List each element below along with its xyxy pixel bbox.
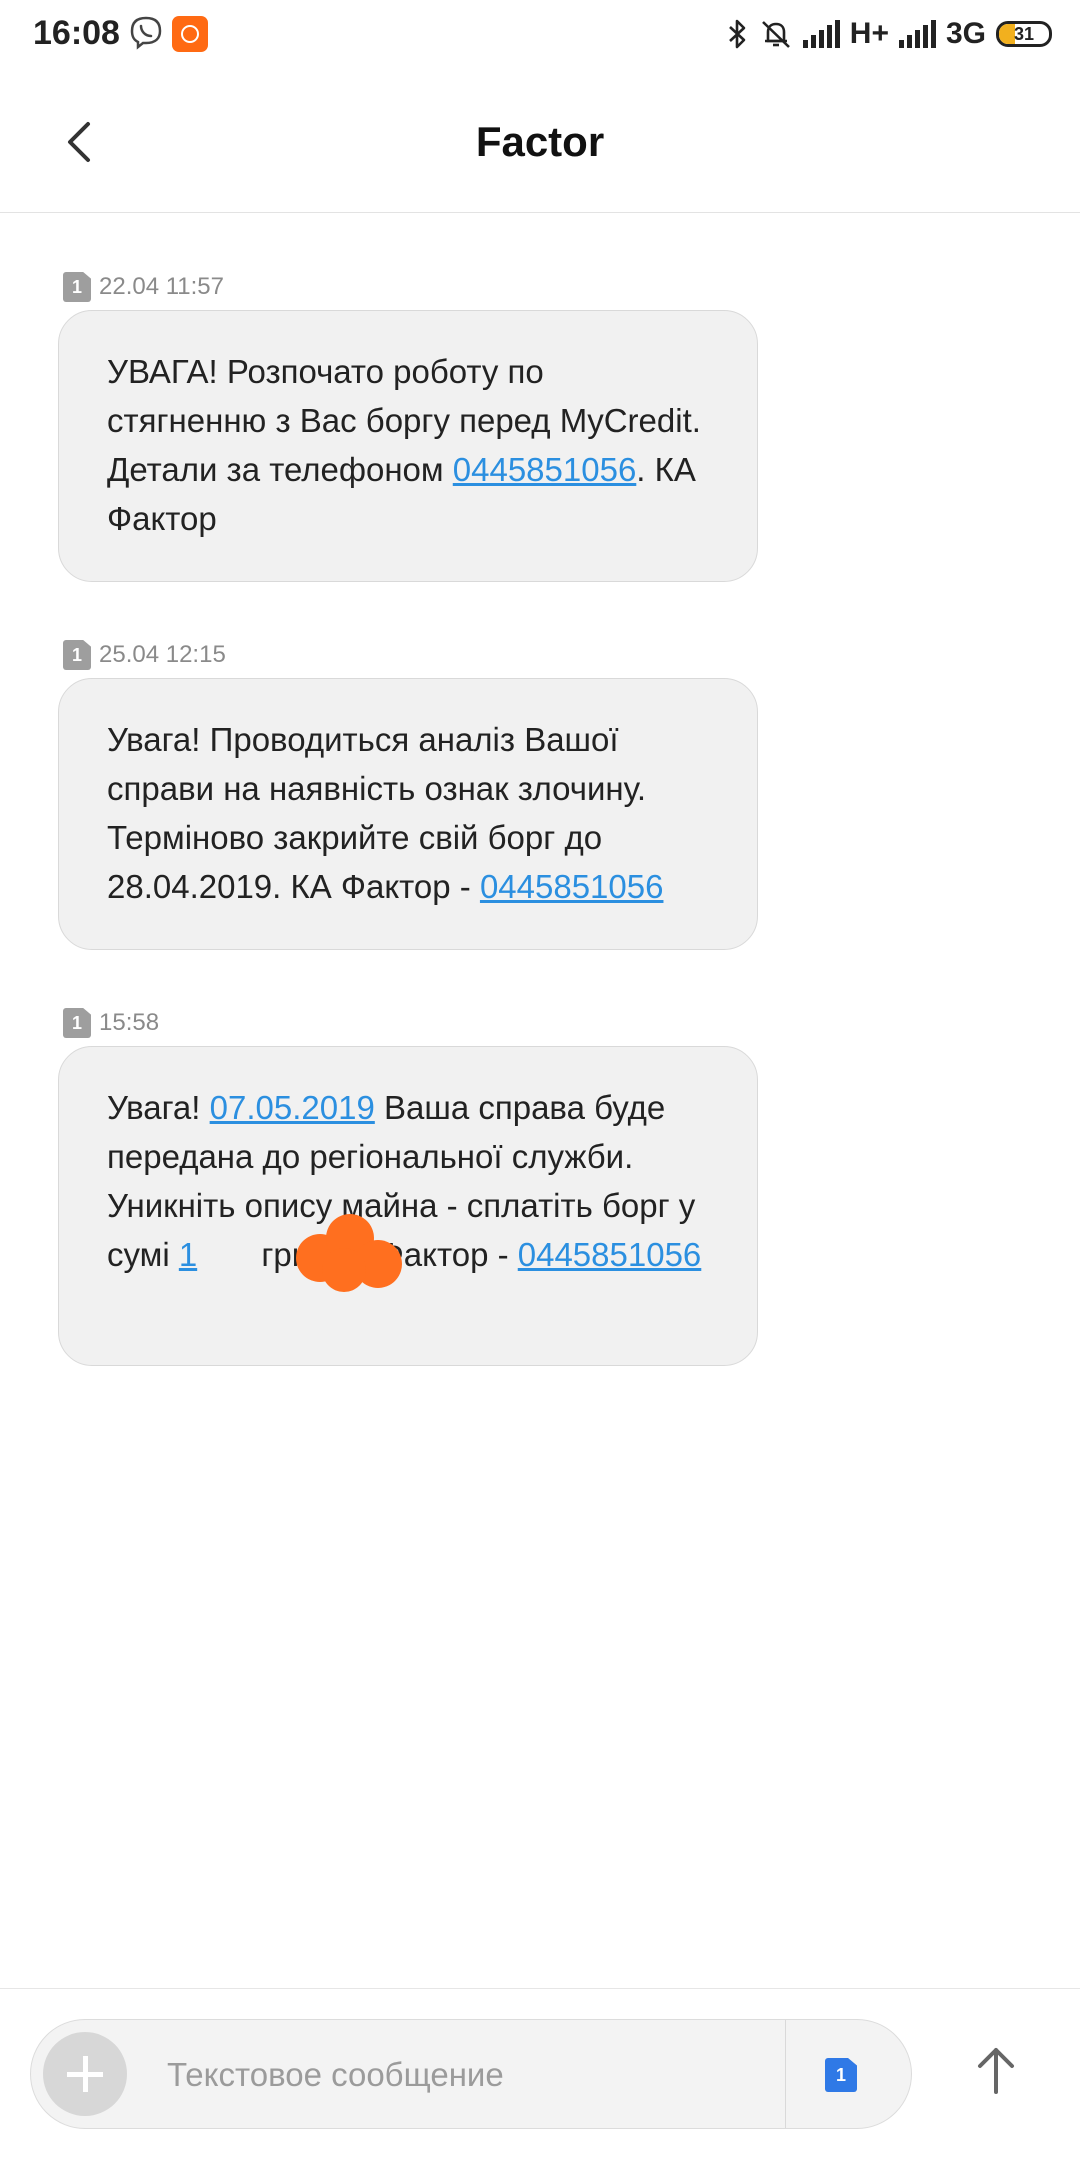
conversation-header: Factor — [0, 70, 1080, 213]
status-time: 16:08 — [33, 14, 120, 52]
message-bubble[interactable]: УВАГА! Розпочато роботу по стягненню з В… — [58, 310, 758, 582]
silent-icon — [761, 21, 790, 48]
message-meta: 1 22.04 11:57 — [63, 272, 224, 302]
message-text: Увага! — [107, 1089, 210, 1126]
phone-link[interactable]: 0445851056 — [518, 1236, 702, 1273]
sim-select-button[interactable]: 1 — [825, 2058, 857, 2092]
conversation-title: Factor — [475, 118, 605, 165]
battery-level: 31 — [1013, 24, 1035, 44]
network-type-primary: H+ — [849, 17, 889, 50]
message-timestamp: 22.04 11:57 — [99, 273, 225, 300]
message-input[interactable]: Текстовое сообщение — [167, 2056, 504, 2094]
phone-link[interactable]: 0445851056 — [480, 868, 664, 905]
bluetooth-icon — [728, 19, 746, 49]
sim-icon: 1 — [63, 640, 91, 670]
status-bar: 16:08 H+ 3G 31 — [0, 0, 1080, 68]
redaction-mark — [296, 1214, 402, 1292]
date-link[interactable]: 07.05.2019 — [210, 1089, 375, 1126]
signal-icon — [898, 20, 936, 48]
composer: Текстовое сообщение 1 — [30, 2019, 912, 2129]
message-timestamp: 25.04 12:15 — [99, 641, 226, 668]
sim-icon: 1 — [63, 1008, 91, 1038]
message-bubble[interactable]: Увага! 07.05.2019 Ваша справа буде перед… — [58, 1046, 758, 1366]
plus-icon[interactable] — [43, 2032, 127, 2116]
message-meta: 1 15:58 — [63, 1008, 159, 1038]
network-type-secondary: 3G — [945, 17, 986, 50]
viber-icon — [130, 16, 162, 50]
amount-link[interactable]: 1 — [179, 1236, 197, 1273]
phone-link[interactable]: 0445851056 — [453, 451, 637, 488]
message-bubble[interactable]: Увага! Проводиться аналіз Вашої справи н… — [58, 678, 758, 950]
app-notification-icon — [172, 16, 208, 52]
battery-icon: 31 — [996, 21, 1052, 47]
arrow-up-icon[interactable] — [966, 2040, 1026, 2100]
message-timestamp: 15:58 — [99, 1009, 160, 1036]
sim-icon: 1 — [63, 272, 91, 302]
composer-separator — [785, 2020, 786, 2128]
composer-divider — [0, 1988, 1080, 1989]
status-icons: H+ 3G 31 — [727, 14, 1052, 54]
signal-icon — [802, 20, 840, 48]
message-meta: 1 25.04 12:15 — [63, 640, 226, 670]
